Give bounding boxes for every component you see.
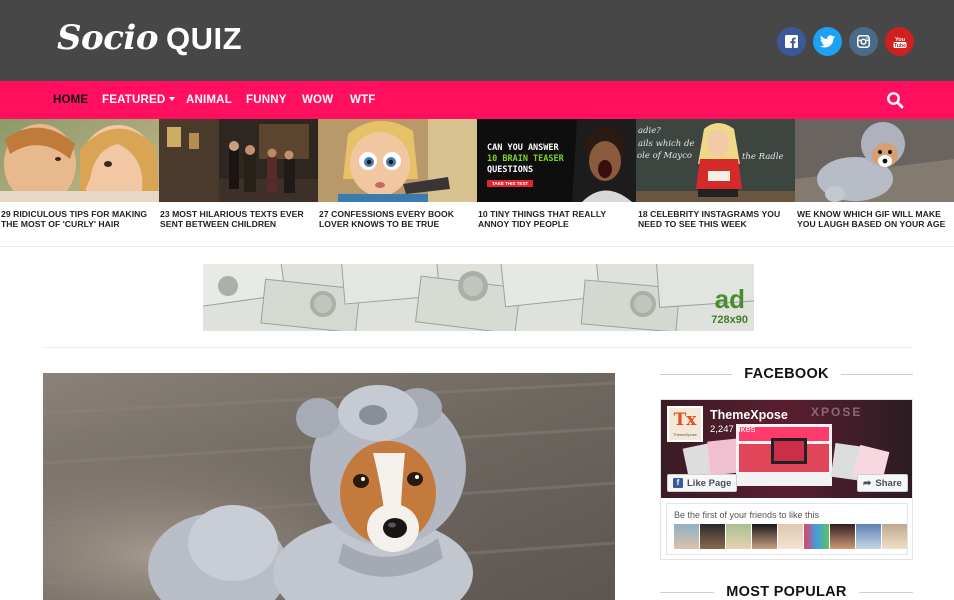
ad-size-label: 728x90: [711, 314, 748, 326]
take-test-button[interactable]: TAKE THIS TEST: [487, 180, 534, 187]
profile-logo-sub: ThemeXpose: [673, 432, 697, 437]
svg-text:Tube: Tube: [893, 42, 905, 48]
main-nav: HOME FEATURED ANIMAL FUNNY WOW WTF: [0, 81, 954, 119]
quiz-overlay: CAN YOU ANSWER 10 BRAIN TEASER QUESTIONS…: [487, 143, 564, 189]
featured-caption-6[interactable]: WE KNOW WHICH GIF WILL MAKE YOU LAUGH BA…: [797, 209, 954, 229]
heading-rule: [660, 591, 715, 593]
youtube-icon[interactable]: You Tube: [885, 27, 914, 56]
facebook-page-widget: XPOSE Tx ThemeXpose ThemeXpose 2,247 lik…: [660, 399, 913, 560]
page-profile-logo[interactable]: Tx ThemeXpose: [667, 406, 703, 442]
nav-wtf[interactable]: WTF: [350, 81, 376, 119]
site-header: Socio QUIZ You Tube: [0, 0, 954, 81]
facebook-icon: f: [673, 478, 683, 488]
avatar[interactable]: [700, 524, 725, 549]
share-icon: ➦: [863, 477, 872, 489]
overlay-line-1: CAN YOU ANSWER: [487, 143, 559, 153]
nav-featured[interactable]: FEATURED: [102, 81, 176, 119]
share-button[interactable]: ➦ Share: [857, 474, 908, 492]
fb-like-count: 2,247 likes: [710, 424, 756, 435]
logo-script-text: Socio: [57, 18, 159, 58]
nav-wow[interactable]: WOW: [302, 81, 333, 119]
overlay-line-2: 10 BRAIN TEASER: [487, 154, 564, 164]
featured-caption-3[interactable]: 27 CONFESSIONS EVERY BOOK LOVER KNOWS TO…: [319, 209, 476, 229]
featured-thumb-4[interactable]: CAN YOU ANSWER 10 BRAIN TEASER QUESTIONS…: [477, 119, 636, 202]
like-page-button[interactable]: f Like Page: [667, 474, 738, 492]
fb-cover-image[interactable]: XPOSE Tx ThemeXpose ThemeXpose 2,247 lik…: [661, 400, 912, 498]
twitter-icon[interactable]: [813, 27, 842, 56]
sidebar-heading-facebook: FACEBOOK: [660, 364, 914, 384]
fb-friends-box: Be the first of your friends to like thi…: [666, 503, 908, 555]
featured-thumb-2[interactable]: [159, 119, 318, 202]
avatar[interactable]: [856, 524, 881, 549]
fb-friend-avatars: [674, 524, 907, 549]
featured-thumb-6[interactable]: [795, 119, 954, 202]
overlay-line-3: QUESTIONS: [487, 165, 534, 175]
avatar[interactable]: [674, 524, 699, 549]
sidebar-heading-most-popular: MOST POPULAR: [660, 582, 914, 600]
board-line-1: adie?: [638, 126, 661, 136]
cover-watermark: XPOSE: [811, 405, 862, 419]
featured-thumb-3[interactable]: [318, 119, 477, 202]
chevron-down-icon: [169, 96, 176, 101]
site-logo[interactable]: Socio QUIZ: [57, 18, 242, 62]
nav-home[interactable]: HOME: [53, 81, 88, 119]
featured-caption-4[interactable]: 10 TINY THINGS THAT REALLY ANNOY TIDY PE…: [478, 209, 635, 229]
avatar[interactable]: [882, 524, 907, 549]
ad-label: ad: [714, 284, 745, 314]
fb-friends-text: Be the first of your friends to like thi…: [674, 510, 820, 520]
nav-animal[interactable]: ANIMAL: [186, 81, 232, 119]
avatar[interactable]: [830, 524, 855, 549]
heading-rule: [858, 591, 914, 593]
divider: [0, 246, 954, 247]
featured-caption-5[interactable]: 18 CELEBRITY INSTAGRAMS YOU NEED TO SEE …: [638, 209, 795, 229]
nav-featured-label: FEATURED: [102, 94, 166, 106]
divider: [43, 347, 913, 348]
share-label: Share: [875, 477, 902, 489]
board-line-2: ails which de: [638, 138, 695, 149]
avatar[interactable]: [752, 524, 777, 549]
ad-banner[interactable]: ad 728x90: [203, 264, 754, 331]
featured-caption-2[interactable]: 23 MOST HILARIOUS TEXTS EVER SENT BETWEE…: [160, 209, 317, 229]
avatar[interactable]: [804, 524, 829, 549]
logo-bold-text: QUIZ: [166, 21, 243, 56]
profile-logo-text: Tx: [673, 410, 697, 430]
facebook-heading-text: FACEBOOK: [744, 366, 829, 382]
chalkboard-text: adie? ails which de ole of Mayco the Rad…: [636, 125, 783, 163]
facebook-icon[interactable]: [777, 27, 806, 56]
featured-strip: CAN YOU ANSWER 10 BRAIN TEASER QUESTIONS…: [0, 119, 954, 202]
instagram-icon[interactable]: [849, 27, 878, 56]
main-post-image[interactable]: [43, 373, 615, 600]
heading-rule: [840, 373, 914, 375]
featured-thumb-1[interactable]: [0, 119, 159, 202]
search-icon[interactable]: [886, 91, 904, 109]
like-page-label: Like Page: [687, 477, 732, 489]
avatar[interactable]: [778, 524, 803, 549]
heading-rule: [660, 373, 733, 375]
most-popular-heading-text: MOST POPULAR: [726, 584, 847, 600]
fb-page-name[interactable]: ThemeXpose: [710, 408, 788, 422]
featured-caption-1[interactable]: 29 RIDICULOUS TIPS FOR MAKING THE MOST O…: [1, 209, 158, 229]
avatar[interactable]: [726, 524, 751, 549]
nav-funny[interactable]: FUNNY: [246, 81, 287, 119]
featured-thumb-5[interactable]: adie? ails which de ole of Mayco the Rad…: [636, 119, 795, 202]
